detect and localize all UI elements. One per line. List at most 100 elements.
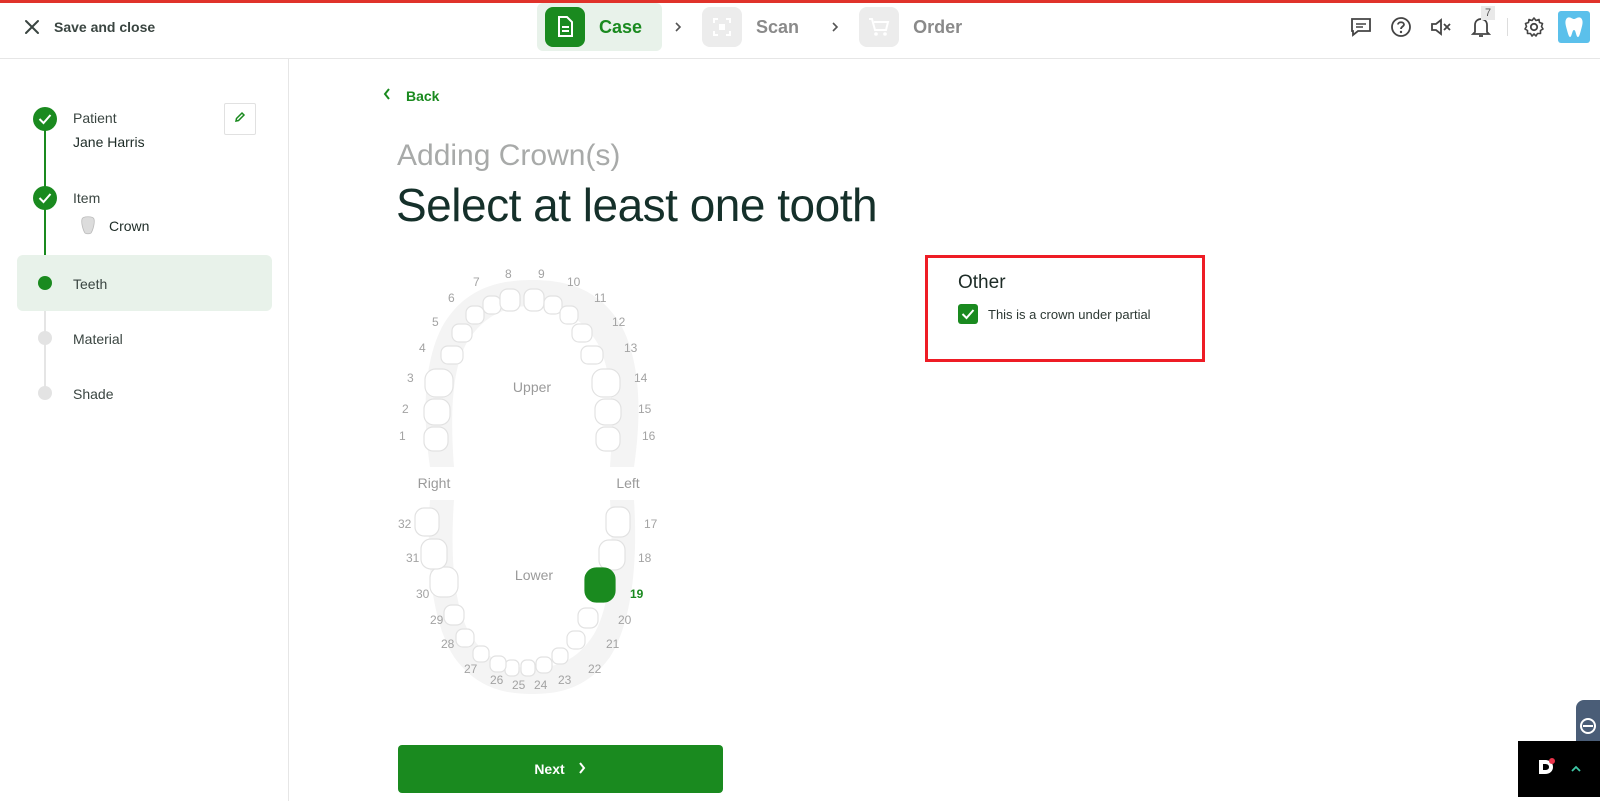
- tooth-16[interactable]: [595, 426, 621, 452]
- tooth-number-22: 22: [588, 662, 602, 676]
- step-case[interactable]: Case: [537, 3, 663, 51]
- tooth-number-23: 23: [558, 673, 572, 687]
- patient-name: Jane Harris: [73, 134, 145, 150]
- left-label: Left: [616, 475, 639, 491]
- chat-widget[interactable]: [1518, 741, 1600, 797]
- other-title: Other: [958, 272, 1006, 293]
- tooth-number-10: 10: [567, 275, 581, 289]
- tooth-8[interactable]: [499, 288, 521, 312]
- tooth-number-13: 13: [624, 341, 638, 355]
- divider: [1507, 18, 1508, 36]
- tooth-17[interactable]: [605, 506, 631, 538]
- tooth-28[interactable]: [455, 628, 475, 648]
- tooth-5[interactable]: [451, 323, 473, 343]
- tooth-11[interactable]: [559, 305, 579, 325]
- top-bar: Save and close Case Scan Order 7: [0, 3, 1600, 59]
- tooth-30[interactable]: [429, 566, 459, 598]
- tooth-24[interactable]: [520, 659, 536, 677]
- tooth-number-1: 1: [399, 429, 406, 443]
- progress-sidebar: Patient Jane Harris Item Crown Teeth Mat…: [0, 59, 289, 801]
- tooth-26[interactable]: [489, 655, 507, 673]
- tooth-number-32: 32: [398, 517, 412, 531]
- tooth-31[interactable]: [420, 538, 448, 570]
- right-label: Right: [418, 475, 451, 491]
- crown-under-partial-checkbox[interactable]: [958, 304, 978, 324]
- sidebar-item-shade[interactable]: Shade: [73, 386, 113, 402]
- back-link[interactable]: Back: [382, 87, 439, 104]
- chevron-up-icon: [1570, 760, 1582, 778]
- step-case-label: Case: [599, 16, 643, 37]
- notification-count-badge: 7: [1481, 6, 1495, 20]
- tooth-6[interactable]: [465, 305, 485, 325]
- tooth-number-31: 31: [406, 551, 420, 565]
- next-label: Next: [534, 761, 565, 777]
- chevron-right-icon: [577, 761, 587, 778]
- tooth-14[interactable]: [591, 368, 621, 398]
- tooth-23[interactable]: [535, 656, 553, 674]
- crown-under-partial-option[interactable]: This is a crown under partial: [958, 304, 1151, 324]
- tooth-21[interactable]: [566, 630, 586, 650]
- gear-icon[interactable]: [1514, 7, 1554, 47]
- tooth-chart: 12345678 91011121314151617181920212223242…: [398, 267, 658, 694]
- tooth-number-18: 18: [638, 551, 652, 565]
- tooth-12[interactable]: [571, 323, 593, 343]
- tooth-2[interactable]: [423, 398, 451, 426]
- widget-logo-icon: [1536, 757, 1556, 782]
- tooth-number-25: 25: [512, 678, 526, 692]
- sidebar-item-item[interactable]: Item: [73, 190, 100, 206]
- page-title: Select at least one tooth: [396, 179, 878, 231]
- tooth-22[interactable]: [551, 647, 569, 665]
- tooth-number-30: 30: [416, 587, 430, 601]
- check-icon: [33, 186, 57, 210]
- edit-patient-button[interactable]: [224, 103, 256, 135]
- save-and-close-label: Save and close: [54, 19, 156, 35]
- other-options-panel: Other This is a crown under partial: [925, 255, 1205, 362]
- sidebar-item-material[interactable]: Material: [73, 331, 123, 347]
- current-step-dot: [38, 276, 52, 290]
- tooth-number-20: 20: [618, 613, 632, 627]
- avatar[interactable]: [1558, 11, 1590, 43]
- tooth-32[interactable]: [414, 507, 440, 537]
- sidebar-item-teeth-highlight[interactable]: [17, 255, 272, 311]
- tooth-1[interactable]: [423, 426, 449, 452]
- chevron-right-icon: [668, 21, 688, 33]
- tooth-9[interactable]: [523, 288, 545, 312]
- tooth-27[interactable]: [472, 645, 490, 663]
- tooth-25[interactable]: [504, 659, 520, 677]
- tooth-20[interactable]: [577, 607, 599, 629]
- next-button[interactable]: Next: [398, 745, 723, 793]
- tooth-number-29: 29: [430, 613, 444, 627]
- tooth-19[interactable]: [584, 567, 616, 603]
- lower-label: Lower: [515, 567, 553, 583]
- header-actions: 7: [1341, 6, 1600, 47]
- tooth-number-6: 6: [448, 291, 455, 305]
- tooth-7[interactable]: [482, 295, 502, 315]
- step-scan[interactable]: Scan: [694, 3, 819, 51]
- chat-icon[interactable]: [1341, 7, 1381, 47]
- step-order[interactable]: Order: [851, 3, 982, 51]
- tooth-number-3: 3: [407, 371, 414, 385]
- crown-under-partial-label: This is a crown under partial: [988, 306, 1151, 322]
- crown-icon: [80, 215, 96, 235]
- tooth-13[interactable]: [580, 345, 604, 365]
- tooth-10[interactable]: [543, 295, 563, 315]
- bell-icon[interactable]: 7: [1461, 6, 1501, 47]
- save-and-close-button[interactable]: Save and close: [22, 13, 155, 41]
- scan-icon: [702, 7, 743, 47]
- tooth-number-27: 27: [464, 662, 478, 676]
- tooth-4[interactable]: [440, 345, 464, 365]
- tooth-number-5: 5: [432, 315, 439, 329]
- tooth-3[interactable]: [424, 368, 454, 398]
- tooth-number-14: 14: [634, 371, 648, 385]
- sidebar-item-patient[interactable]: Patient: [73, 110, 117, 126]
- tooth-29[interactable]: [443, 604, 465, 626]
- help-icon[interactable]: [1381, 7, 1421, 47]
- sidebar-item-teeth[interactable]: Teeth: [73, 276, 107, 292]
- mute-icon[interactable]: [1421, 7, 1461, 47]
- tooth-number-24: 24: [534, 678, 548, 692]
- tooth-number-28: 28: [441, 637, 455, 651]
- tooth-15[interactable]: [594, 398, 622, 426]
- tooth-18[interactable]: [598, 539, 626, 571]
- pending-step-dot: [38, 386, 52, 400]
- tooth-number-4: 4: [419, 341, 426, 355]
